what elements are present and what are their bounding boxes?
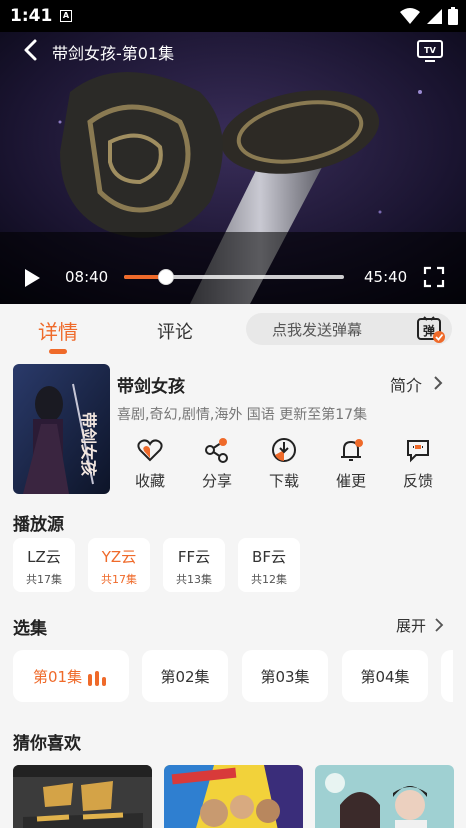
source-count: 共17集 bbox=[101, 573, 137, 586]
current-time: 08:40 bbox=[65, 268, 109, 286]
expand-link[interactable]: 展开 bbox=[396, 615, 426, 636]
feedback-button[interactable]: 反馈 bbox=[386, 436, 450, 491]
source-section-title: 播放源 bbox=[13, 515, 64, 535]
recommend-list bbox=[13, 765, 466, 828]
favorite-button[interactable]: 收藏 bbox=[118, 436, 182, 491]
bell-icon bbox=[341, 439, 363, 461]
episode-item-01[interactable]: 第01集 bbox=[13, 650, 129, 702]
source-name: YZ云 bbox=[101, 548, 137, 566]
share-button[interactable]: 分享 bbox=[185, 436, 249, 491]
poster-lettering: 带剑女孩 bbox=[79, 412, 98, 476]
episode-label: 第02集 bbox=[160, 668, 210, 686]
source-item-lz[interactable]: LZ云 共17集 bbox=[13, 538, 75, 592]
player-top-bar: 带剑女孩-第01集 TV bbox=[0, 32, 466, 68]
episode-list: 第01集 第02集 第03集 第04集 bbox=[13, 650, 453, 702]
total-time: 45:40 bbox=[364, 268, 408, 286]
source-name: FF云 bbox=[177, 548, 211, 566]
episode-label: 第04集 bbox=[360, 668, 410, 686]
share-icon bbox=[205, 438, 228, 463]
danmu-input[interactable]: 点我发送弹幕 弹 bbox=[246, 313, 452, 345]
status-bar: 1:41 A bbox=[0, 0, 466, 32]
episode-label: 第03集 bbox=[260, 668, 310, 686]
recommend-poster bbox=[315, 765, 454, 828]
wifi-icon bbox=[400, 8, 420, 24]
svg-text:TV: TV bbox=[424, 46, 436, 55]
recommend-section-title: 猜你喜欢 bbox=[13, 734, 81, 754]
source-count: 共12集 bbox=[251, 573, 287, 586]
download-button[interactable]: 下载 bbox=[252, 436, 316, 491]
download-label: 下载 bbox=[268, 472, 299, 490]
poster-image: 带剑女孩 bbox=[13, 364, 110, 494]
recommend-poster bbox=[13, 765, 152, 828]
notification-icon: A bbox=[60, 10, 72, 22]
danmu-toggle-icon[interactable]: 弹 bbox=[416, 315, 446, 345]
tab-comments[interactable]: 评论 bbox=[157, 318, 193, 344]
status-icons bbox=[400, 7, 458, 25]
episode-section-title: 选集 bbox=[13, 619, 47, 639]
source-item-ff[interactable]: FF云 共13集 bbox=[163, 538, 225, 592]
tab-bar: 详情 评论 点我发送弹幕 弹 bbox=[0, 304, 466, 360]
episode-item-02[interactable]: 第02集 bbox=[142, 650, 228, 702]
show-tags: 喜剧,奇幻,剧情,海外 国语 更新至第17集 bbox=[117, 407, 368, 423]
feedback-icon bbox=[407, 440, 429, 463]
tab-detail-indicator bbox=[49, 349, 67, 354]
episode-item-more[interactable] bbox=[441, 650, 453, 702]
back-arrow-icon[interactable] bbox=[20, 38, 42, 62]
chevron-right-icon[interactable] bbox=[434, 617, 444, 633]
battery-icon bbox=[448, 7, 458, 25]
episode-item-03[interactable]: 第03集 bbox=[242, 650, 328, 702]
source-item-yz[interactable]: YZ云 共17集 bbox=[88, 538, 150, 592]
source-name: LZ云 bbox=[27, 548, 61, 566]
show-poster[interactable]: 带剑女孩 bbox=[13, 364, 110, 494]
download-icon bbox=[272, 438, 296, 462]
remind-update-label: 催更 bbox=[335, 472, 366, 490]
progress-knob[interactable] bbox=[157, 269, 174, 285]
recommend-item[interactable] bbox=[315, 765, 454, 828]
tab-detail[interactable]: 详情 bbox=[38, 316, 78, 345]
remind-update-button[interactable]: 催更 bbox=[319, 436, 383, 491]
action-bar: 收藏 分享 下载 催更 反馈 bbox=[118, 436, 452, 496]
episode-label: 第01集 bbox=[33, 668, 83, 686]
source-count: 共17集 bbox=[26, 573, 62, 586]
feedback-label: 反馈 bbox=[402, 472, 433, 490]
tv-cast-icon[interactable]: TV bbox=[416, 39, 444, 63]
recommend-item[interactable] bbox=[164, 765, 303, 828]
progress-bar[interactable] bbox=[124, 269, 344, 285]
favorite-label: 收藏 bbox=[134, 472, 165, 490]
playing-equalizer-icon bbox=[88, 671, 106, 686]
source-count: 共13集 bbox=[176, 573, 212, 586]
source-list: LZ云 共17集 YZ云 共17集 FF云 共13集 BF云 共12集 bbox=[13, 538, 453, 594]
chevron-right-icon[interactable] bbox=[432, 374, 444, 392]
video-frame bbox=[0, 32, 466, 304]
play-icon[interactable] bbox=[22, 268, 42, 288]
fullscreen-icon[interactable] bbox=[423, 266, 445, 288]
heart-icon bbox=[137, 439, 163, 462]
intro-link[interactable]: 简介 bbox=[390, 372, 422, 396]
video-player[interactable]: 带剑女孩-第01集 TV 08:40 45:40 bbox=[0, 32, 466, 304]
share-label: 分享 bbox=[201, 472, 232, 490]
video-detail-page: 1:41 A 带剑女孩-第01集 TV 08:40 45:40 详情 评论 点我… bbox=[0, 0, 466, 828]
show-title: 带剑女孩 bbox=[117, 377, 185, 397]
signal-icon bbox=[427, 9, 442, 24]
recommend-item[interactable] bbox=[13, 765, 152, 828]
episode-item-04[interactable]: 第04集 bbox=[342, 650, 428, 702]
source-item-bf[interactable]: BF云 共12集 bbox=[238, 538, 300, 592]
source-name: BF云 bbox=[252, 548, 286, 566]
recommend-poster bbox=[164, 765, 303, 828]
video-title: 带剑女孩-第01集 bbox=[52, 44, 175, 63]
danmu-placeholder: 点我发送弹幕 bbox=[272, 321, 363, 339]
status-time: 1:41 bbox=[10, 6, 53, 26]
